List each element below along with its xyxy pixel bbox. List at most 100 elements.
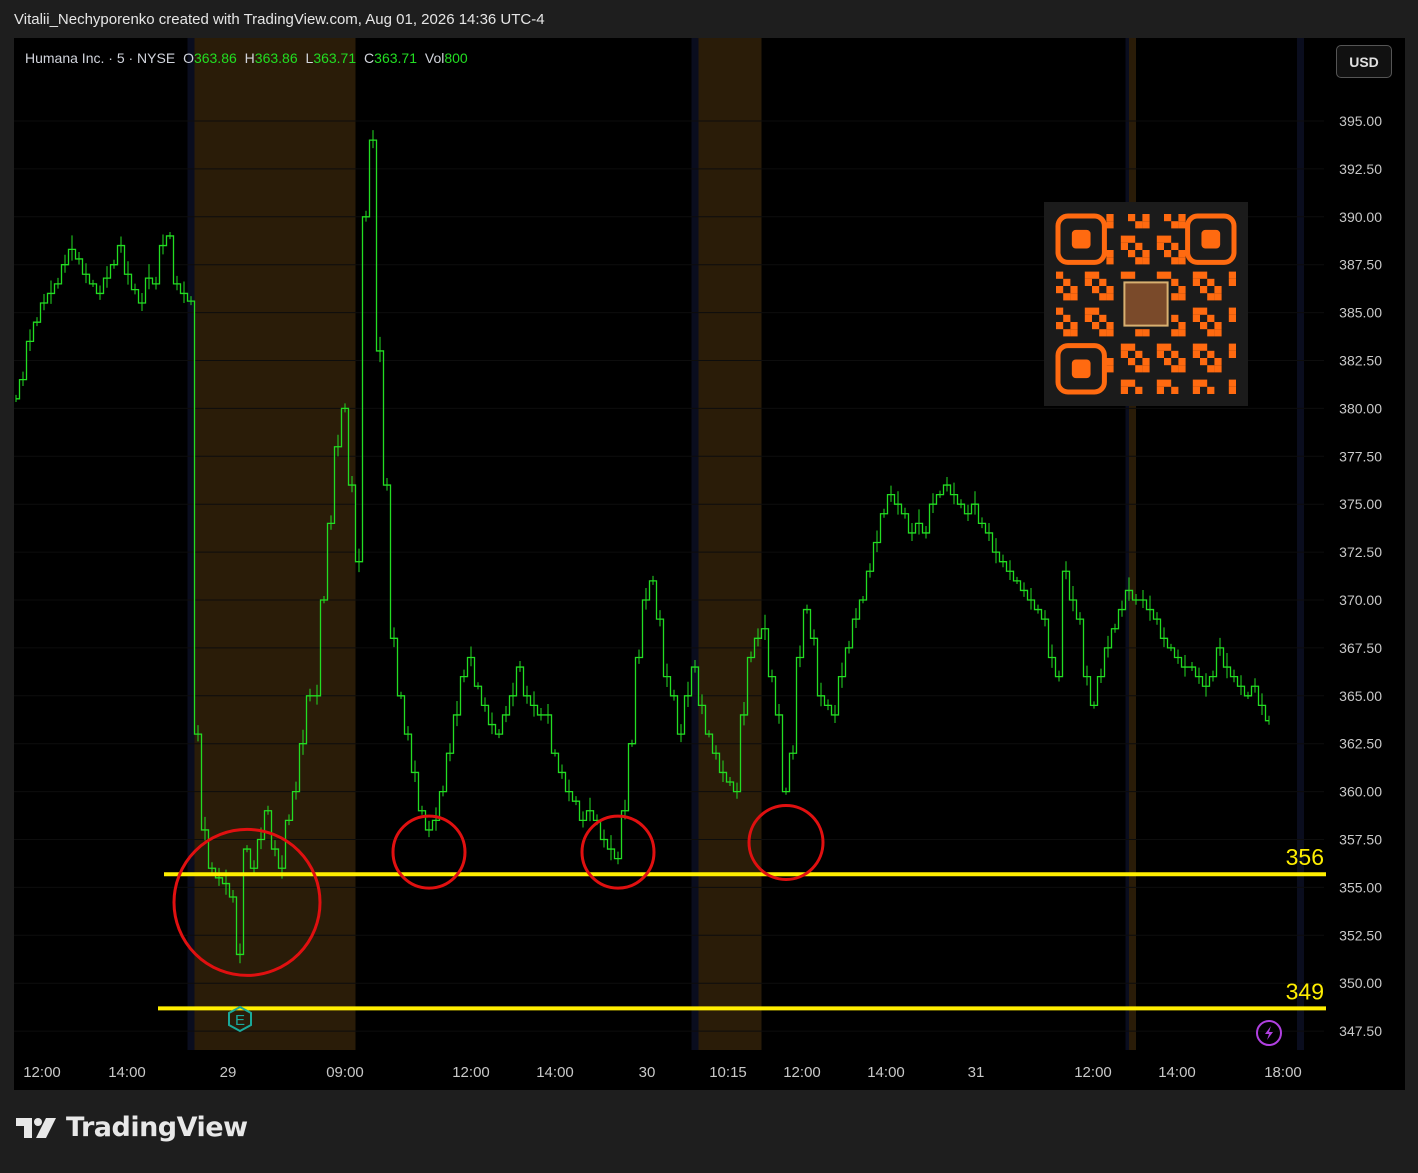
price-tick-label: 360.00: [1339, 784, 1382, 800]
tradingview-logo[interactable]: TradingView: [16, 1112, 248, 1143]
qr-module: [1200, 358, 1208, 366]
qr-module: [1135, 221, 1143, 229]
qr-module: [1200, 379, 1208, 387]
qr-module: [1200, 322, 1208, 330]
price-tick-label: 375.00: [1339, 496, 1382, 512]
qr-module: [1063, 314, 1071, 322]
post-market-band: [691, 38, 699, 1050]
qr-module: [1142, 257, 1150, 265]
open-value: 363.86: [193, 50, 237, 66]
pre-market-band: [698, 38, 762, 1050]
qr-module: [1171, 257, 1179, 265]
qr-module: [1135, 329, 1143, 337]
qr-module: [1142, 329, 1150, 337]
time-tick-label: 14:00: [536, 1064, 574, 1081]
qr-module: [1084, 314, 1092, 322]
price-tick-label: 395.00: [1339, 113, 1382, 129]
qr-module: [1099, 329, 1107, 337]
time-tick-label: 09:00: [326, 1064, 364, 1081]
qr-module: [1120, 242, 1128, 250]
qr-module: [1207, 314, 1215, 322]
time-tick-label: 12:00: [23, 1064, 61, 1081]
qr-module: [1056, 271, 1064, 279]
qr-module: [1099, 314, 1107, 322]
qr-module: [1200, 286, 1208, 294]
qr-module: [1106, 322, 1114, 330]
qr-module: [1178, 214, 1186, 222]
qr-module: [1099, 293, 1107, 301]
qr-module: [1156, 242, 1164, 250]
post-market-band: [1125, 38, 1129, 1050]
qr-module: [1135, 365, 1143, 373]
high-key: H: [244, 50, 255, 66]
qr-module: [1092, 286, 1100, 294]
currency-button[interactable]: USD: [1336, 45, 1392, 78]
qr-module: [1128, 250, 1136, 258]
ohlc-legend: Humana Inc. · 5 · NYSE O363.86 H363.86 L…: [25, 50, 468, 66]
time-tick-label: 14:00: [108, 1064, 146, 1081]
qr-module: [1178, 293, 1186, 301]
qr-finder-core: [1071, 229, 1091, 249]
high-value: 363.86: [254, 50, 298, 66]
earnings-letter: E: [235, 1012, 245, 1029]
qr-module: [1120, 343, 1128, 351]
qr-module: [1128, 271, 1136, 279]
qr-module: [1192, 278, 1200, 286]
qr-module: [1070, 286, 1078, 294]
time-axis[interactable]: 12:00 14:00 29 09:00 12:00 14:00 30 10:15 12:00 1…: [23, 1064, 1302, 1081]
chart-pane[interactable]: 356 349 395.00 392.50 390.00 387.50 385.00 382…: [14, 38, 1405, 1090]
qr-module: [1128, 379, 1136, 387]
time-tick-label: 12:00: [783, 1064, 821, 1081]
qr-center-image: [1123, 281, 1169, 327]
qr-module: [1228, 314, 1236, 322]
qr-module: [1164, 235, 1172, 243]
qr-module: [1106, 221, 1114, 229]
qr-module: [1228, 386, 1236, 394]
price-tick-label: 352.50: [1339, 927, 1382, 943]
qr-module: [1200, 343, 1208, 351]
time-tick-label: 30: [639, 1064, 656, 1081]
qr-module: [1106, 214, 1114, 222]
qr-module: [1070, 322, 1078, 330]
qr-module: [1063, 278, 1071, 286]
price-tick-label: 372.50: [1339, 544, 1382, 560]
qr-code-graphic: [1055, 213, 1237, 395]
qr-module: [1171, 242, 1179, 250]
time-tick-label: 14:00: [1158, 1064, 1196, 1081]
qr-module: [1128, 214, 1136, 222]
lightning-icon[interactable]: [1256, 1020, 1282, 1046]
symbol-label[interactable]: Humana Inc. · 5 · NYSE: [25, 50, 175, 66]
qr-module: [1106, 329, 1114, 337]
qr-module: [1164, 379, 1172, 387]
qr-module: [1120, 271, 1128, 279]
qr-module: [1171, 329, 1179, 337]
qr-module: [1156, 343, 1164, 351]
qr-module: [1214, 286, 1222, 294]
qr-module: [1156, 379, 1164, 387]
price-tick-label: 380.00: [1339, 400, 1382, 416]
qr-module: [1135, 386, 1143, 394]
price-tick-label: 377.50: [1339, 448, 1382, 464]
qr-module: [1178, 257, 1186, 265]
qr-module: [1207, 293, 1215, 301]
level-label: 349: [1286, 978, 1324, 1004]
price-chart[interactable]: 356 349 395.00 392.50 390.00 387.50 385.00 382…: [14, 38, 1405, 1090]
qr-finder-core: [1071, 359, 1091, 379]
volume-key: Vol: [424, 50, 445, 66]
price-axis[interactable]: 395.00 392.50 390.00 387.50 385.00 382.50 380.…: [1339, 113, 1382, 1039]
qr-module: [1156, 235, 1164, 243]
qr-module: [1207, 386, 1215, 394]
qr-module: [1106, 365, 1114, 373]
qr-code-icon[interactable]: [1044, 202, 1248, 406]
qr-module: [1228, 343, 1236, 351]
close-key: C: [364, 50, 375, 66]
qr-module: [1164, 358, 1172, 366]
qr-module: [1070, 329, 1078, 337]
qr-module: [1200, 307, 1208, 315]
qr-module: [1135, 350, 1143, 358]
qr-module: [1214, 322, 1222, 330]
qr-module: [1178, 250, 1186, 258]
qr-module: [1128, 235, 1136, 243]
price-tick-label: 385.00: [1339, 305, 1382, 321]
qr-finder-core: [1201, 229, 1221, 249]
